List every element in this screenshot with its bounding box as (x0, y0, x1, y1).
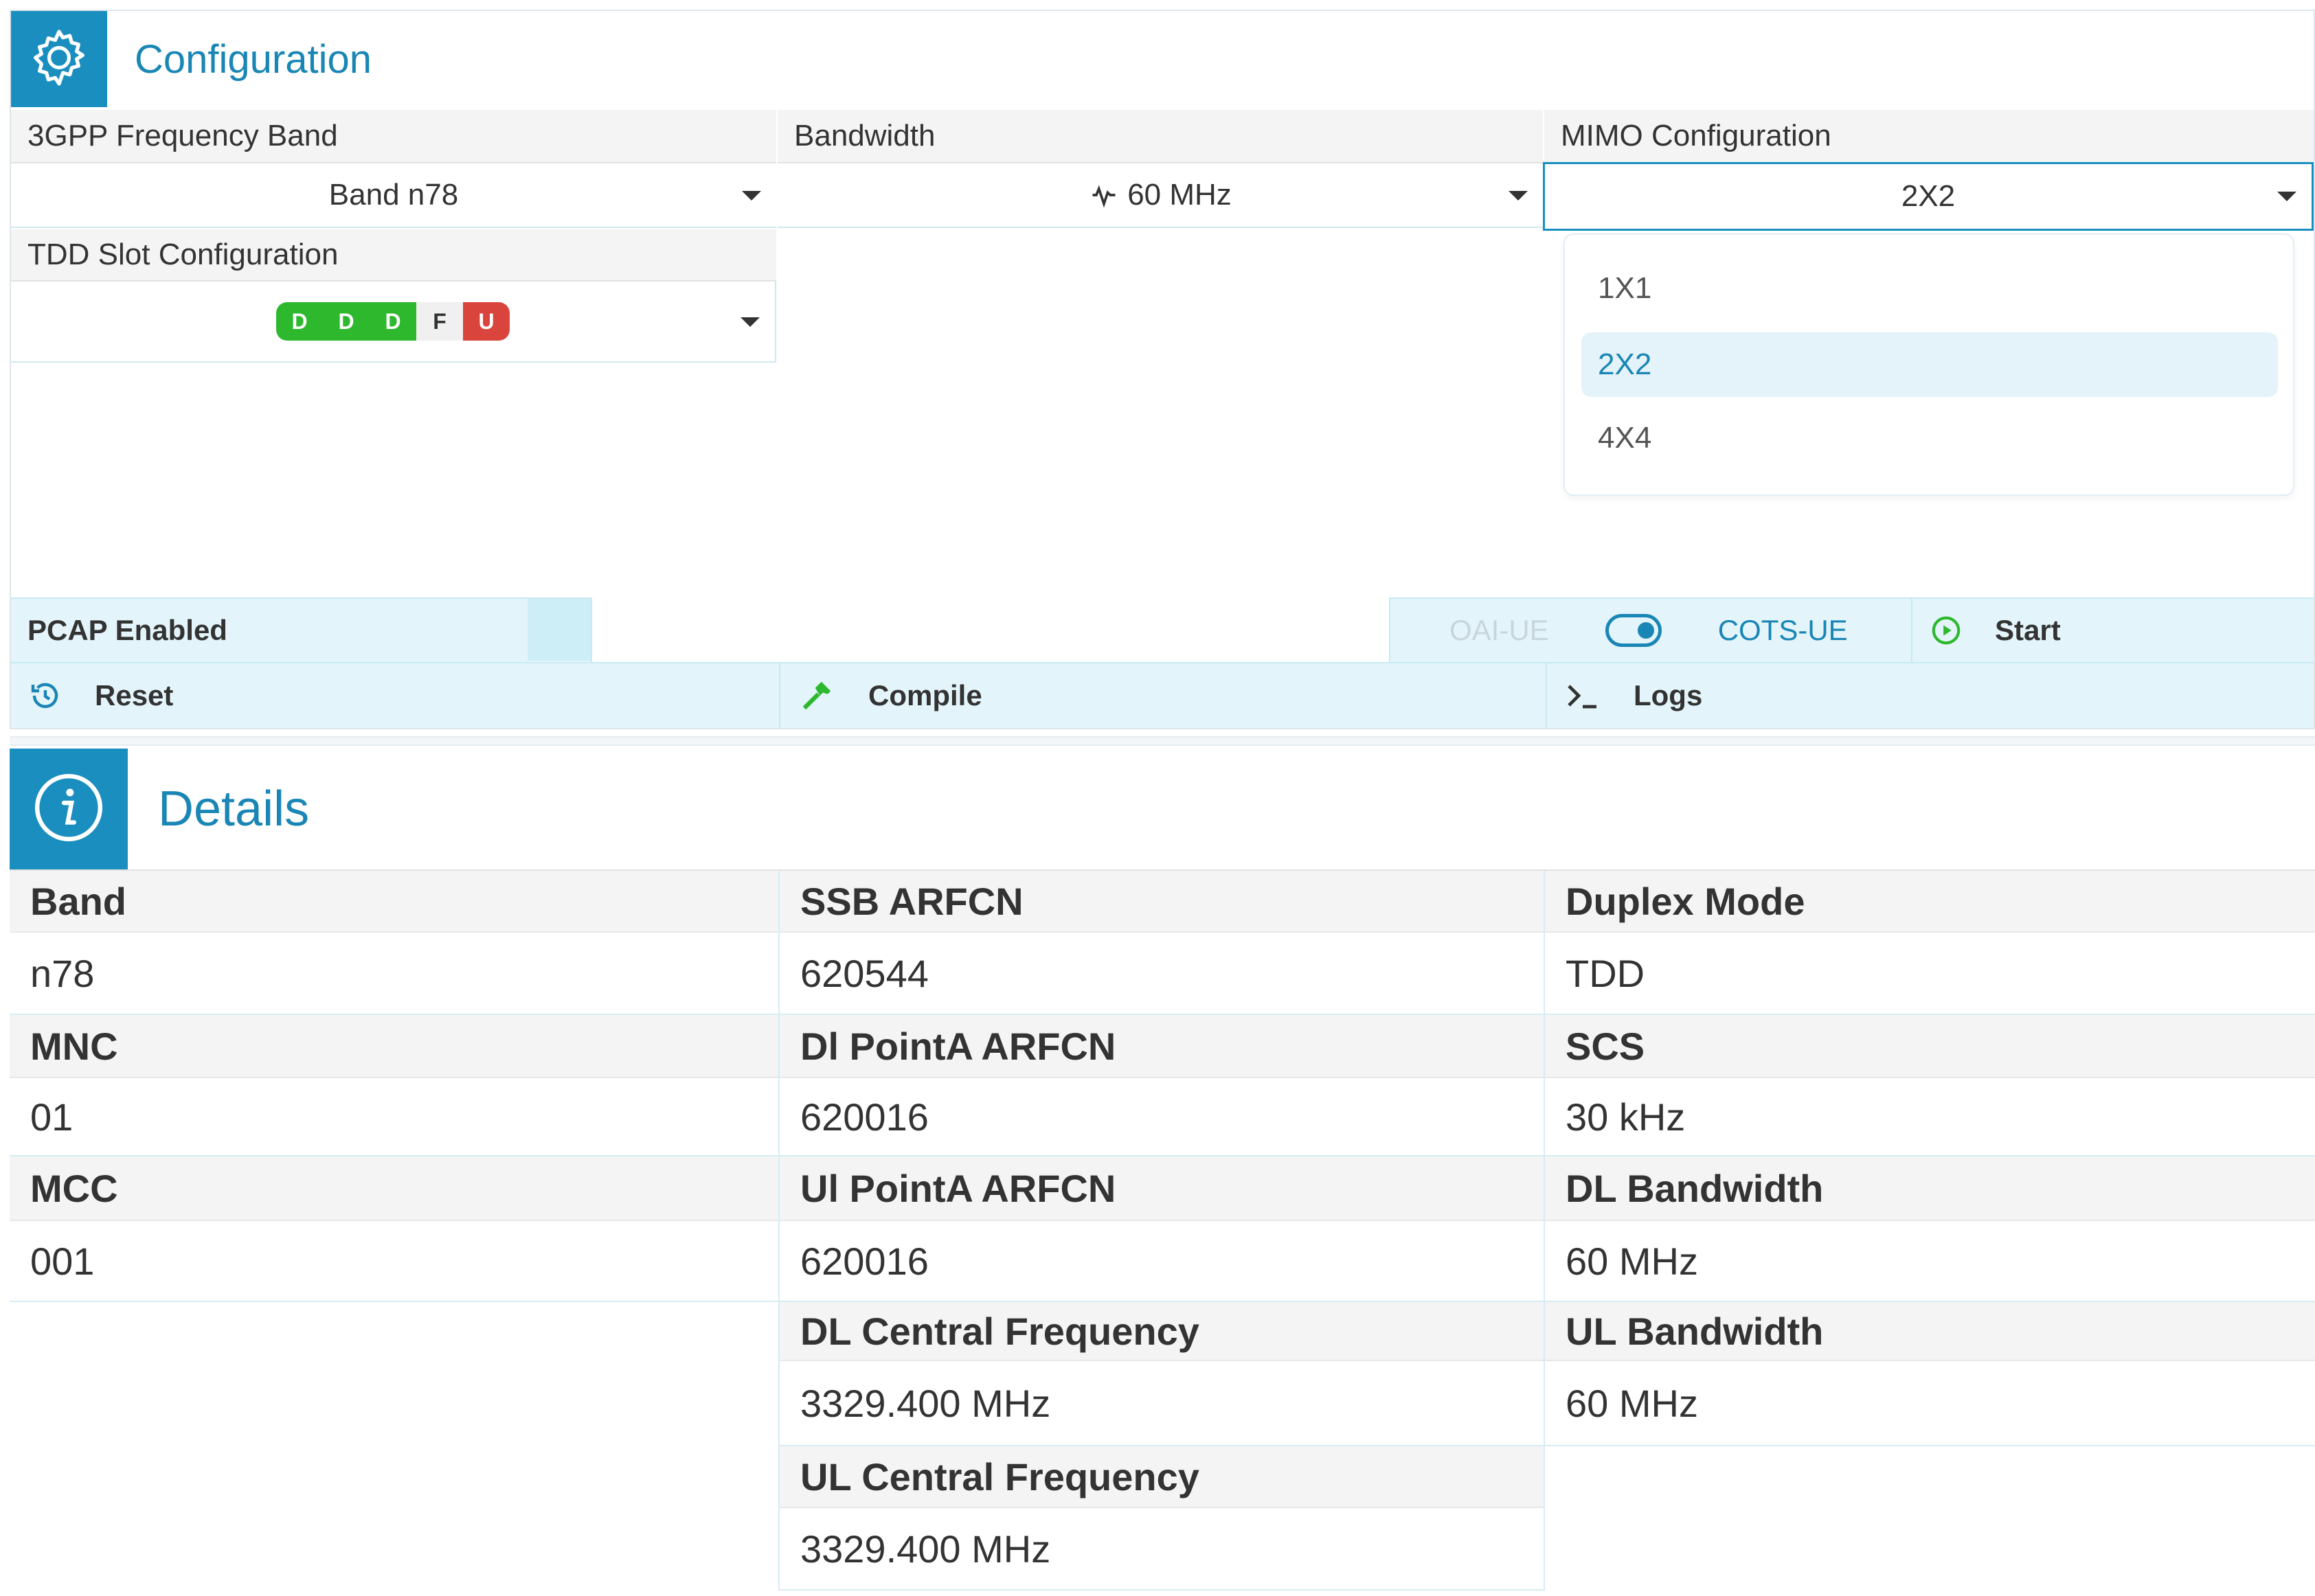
logs-button[interactable]: Logs (1546, 662, 2314, 728)
detail-label-ul-pointa-arfcn: Ul PointA ARFCN (780, 1156, 1544, 1221)
detail-value-band: n78 (10, 933, 779, 1015)
detail-label-duplex-mode: Duplex Mode (1545, 871, 2315, 933)
cots-ue-option[interactable]: COTS-UE (1718, 614, 1848, 647)
configuration-title: Configuration (135, 36, 372, 82)
mimo-label: MIMO Configuration (1544, 110, 2314, 163)
mimo-select[interactable]: 2X2 (1543, 162, 2314, 231)
info-icon (31, 770, 106, 849)
ue-toggle-switch[interactable] (1605, 614, 1662, 647)
pcap-label: PCAP Enabled (27, 614, 227, 646)
mimo-option-4x4[interactable]: 4X4 (1565, 404, 2293, 472)
detail-value-ul-central-frequency: 3329.400 MHz (780, 1508, 1544, 1591)
tdd-select[interactable]: D D D F U (11, 282, 776, 363)
terminal-icon (1565, 681, 1601, 711)
detail-label-dl-central-frequency: DL Central Frequency (780, 1302, 1544, 1361)
panel-separator (10, 736, 2315, 746)
bandwidth-select-value: 60 MHz (1127, 178, 1232, 212)
detail-value-mcc: 001 (10, 1221, 779, 1302)
detail-value-dl-pointa-arfcn: 620016 (780, 1078, 1544, 1156)
start-button-label: Start (1995, 614, 2061, 646)
mimo-option-1x1[interactable]: 1X1 (1565, 254, 2293, 323)
gear-icon (26, 25, 92, 94)
detail-label-ul-bandwidth: UL Bandwidth (1545, 1302, 2315, 1361)
logs-button-label: Logs (1634, 679, 1703, 711)
detail-value-ul-pointa-arfcn: 620016 (780, 1221, 1544, 1302)
oai-ue-option[interactable]: OAI-UE (1449, 614, 1549, 647)
tdd-slot-pattern: D D D F U (276, 302, 510, 341)
detail-label-ul-central-frequency: UL Central Frequency (780, 1446, 1544, 1508)
reset-button-label: Reset (95, 679, 174, 711)
detail-label-scs: SCS (1545, 1015, 2315, 1078)
reset-button[interactable]: Reset (11, 662, 779, 728)
tdd-slot-u: U (463, 302, 510, 341)
band-label: 3GPP Frequency Band (11, 110, 776, 163)
detail-label-mnc: MNC (10, 1015, 779, 1078)
ue-selector-bar: OAI-UE COTS-UE (1389, 597, 1911, 662)
tdd-slot-d1: D (276, 302, 323, 341)
detail-value-mnc: 01 (10, 1078, 779, 1156)
detail-label-dl-bandwidth: DL Bandwidth (1545, 1156, 2315, 1221)
start-button[interactable]: Start (1911, 597, 2314, 662)
tdd-label: TDD Slot Configuration (11, 229, 776, 282)
waveform-icon (1089, 180, 1119, 210)
tdd-select-chevron-down-icon (741, 317, 760, 327)
tdd-slot-d2: D (323, 302, 370, 341)
hammer-icon (798, 677, 835, 714)
mimo-dropdown-menu: 1X1 2X2 4X4 (1563, 233, 2294, 496)
mimo-select-value: 2X2 (1901, 179, 1956, 213)
detail-label-band: Band (10, 871, 779, 933)
compile-button[interactable]: Compile (779, 662, 1546, 728)
compile-button-label: Compile (868, 679, 982, 711)
bandwidth-select[interactable]: 60 MHz (778, 163, 1543, 228)
tdd-slot-d3: D (370, 302, 416, 341)
pcap-toggle[interactable] (528, 599, 591, 661)
detail-label-mcc: MCC (10, 1156, 779, 1221)
pcap-bar: PCAP Enabled (11, 597, 592, 662)
bandwidth-label: Bandwidth (778, 110, 1543, 163)
play-icon (1930, 615, 1962, 646)
detail-label-dl-pointa-arfcn: Dl PointA ARFCN (780, 1015, 1544, 1078)
detail-value-ssb-arfcn: 620544 (780, 933, 1544, 1015)
toggle-knob-icon (1637, 622, 1654, 639)
band-select-value: Band n78 (328, 178, 459, 212)
details-header-icon-box (10, 749, 128, 869)
detail-value-scs: 30 kHz (1545, 1078, 2315, 1156)
band-select[interactable]: Band n78 (11, 163, 776, 228)
tdd-slot-f: F (416, 302, 463, 341)
bandwidth-select-chevron-down-icon (1509, 191, 1528, 201)
band-select-chevron-down-icon (742, 191, 761, 201)
detail-value-dl-central-frequency: 3329.400 MHz (780, 1361, 1544, 1446)
mimo-select-chevron-down-icon (2277, 192, 2296, 201)
mimo-option-2x2[interactable]: 2X2 (1581, 332, 2278, 397)
details-title: Details (158, 782, 310, 836)
detail-label-ssb-arfcn: SSB ARFCN (780, 871, 1544, 933)
detail-value-dl-bandwidth: 60 MHz (1545, 1221, 2315, 1302)
reset-icon (29, 679, 62, 712)
configuration-header-icon-box (11, 11, 107, 107)
detail-value-duplex-mode: TDD (1545, 933, 2315, 1015)
detail-value-ul-bandwidth: 60 MHz (1545, 1361, 2315, 1446)
